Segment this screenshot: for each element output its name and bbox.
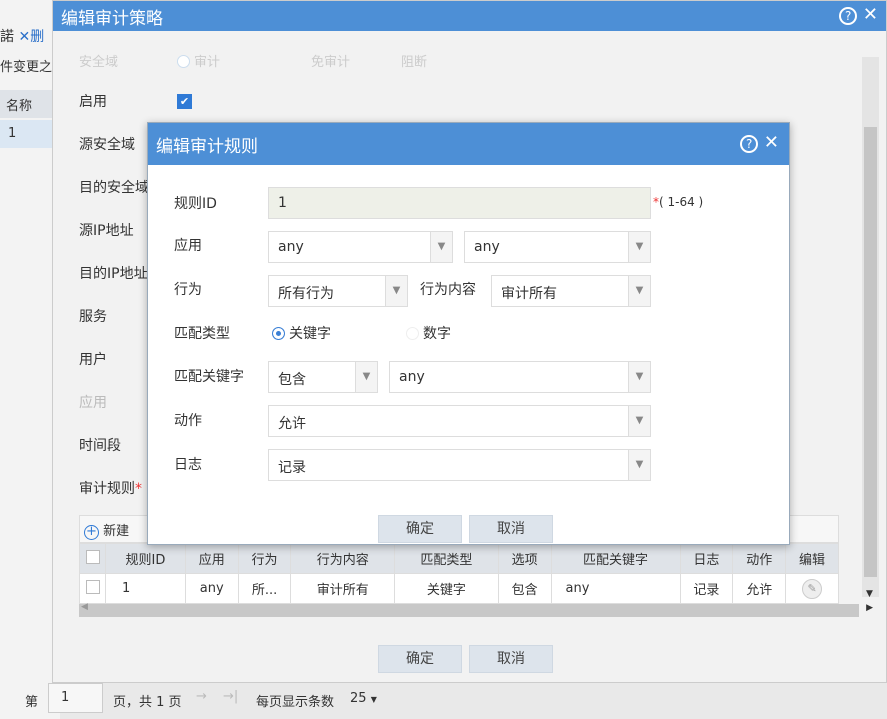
col-action: 动作 <box>732 543 787 574</box>
col-option: 选项 <box>497 543 552 574</box>
label-content: 行为内容 <box>420 282 476 298</box>
next-page-button[interactable]: → <box>196 689 207 704</box>
col-match-type: 匹配类型 <box>394 543 499 574</box>
pagination-bar: 第 1 页，共 1 页 → →| 每页显示条数 25 ▼ <box>0 683 887 719</box>
faded-row: 安全域 审计 免审计 阻断 <box>79 55 428 70</box>
label-user: 用户 <box>79 352 107 368</box>
inner-cancel-button[interactable]: 取消 <box>469 515 553 543</box>
page-input[interactable]: 1 <box>48 683 103 713</box>
keyword-op-select[interactable]: 包含 ▼ <box>268 361 378 393</box>
label-behavior: 行为 <box>174 282 202 298</box>
rule-id-input[interactable]: 1 <box>268 187 651 219</box>
chevron-down-icon: ▼ <box>385 276 407 306</box>
label-action: 动作 <box>174 413 202 429</box>
horizontal-scrollbar[interactable]: ◀ ▶ <box>79 602 873 617</box>
log-select[interactable]: 记录 ▼ <box>268 449 651 481</box>
dialog-title-bar: 编辑审计策略 ? ✕ <box>53 1 886 31</box>
dialog-title: 编辑审计策略 <box>61 9 163 29</box>
label-enable: 启用 <box>79 94 107 110</box>
help-icon[interactable]: ? <box>839 7 858 25</box>
close-icon[interactable]: ✕ <box>863 4 878 25</box>
label-audit-rules: 审计规则* <box>79 481 142 497</box>
app-select-1[interactable]: any ▼ <box>268 231 453 263</box>
select-all-checkbox[interactable] <box>85 549 100 564</box>
label-log: 日志 <box>174 457 202 473</box>
audit-rules-table: 规则ID 应用 行为 行为内容 匹配类型 选项 匹配关键字 日志 动作 编辑 1… <box>79 543 839 604</box>
behavior-select[interactable]: 所有行为 ▼ <box>268 275 408 307</box>
content-select[interactable]: 审计所有 ▼ <box>491 275 651 307</box>
plus-icon: + <box>84 525 99 540</box>
keyword-input[interactable]: any ▼ <box>389 361 651 393</box>
chevron-down-icon: ▼ <box>430 232 452 262</box>
vertical-scrollbar[interactable]: ▼ <box>862 57 879 599</box>
app-select-2[interactable]: any ▼ <box>464 231 651 263</box>
bg-row[interactable]: 1 <box>0 120 60 148</box>
bg-tab[interactable]: 件变更之 <box>0 56 52 75</box>
chevron-down-icon: ▼ <box>628 406 650 436</box>
bg-col-header: 名称 <box>0 90 60 118</box>
outer-ok-button[interactable]: 确定 <box>378 645 462 673</box>
inner-ok-button[interactable]: 确定 <box>378 515 462 543</box>
table-row[interactable]: 1 any 所... 审计所有 关键字 包含 any 记录 允许 ✎ <box>79 573 839 604</box>
chevron-down-icon: ▼ <box>628 450 650 480</box>
col-rule-id: 规则ID <box>105 543 186 574</box>
close-icon[interactable]: ✕ <box>764 132 779 153</box>
last-page-button[interactable]: →| <box>223 689 238 704</box>
background-page: 諾 ✕删 件变更之 名称 1 <box>0 0 60 719</box>
edit-audit-rule-dialog: 编辑审计规则 ? ✕ 规则ID 1 *( 1-64 ) 应用 any ▼ any ▼… <box>147 122 790 545</box>
per-page-select[interactable]: 25 ▼ <box>350 691 377 706</box>
label-service: 服务 <box>79 309 107 325</box>
col-keyword: 匹配关键字 <box>550 543 681 574</box>
close-icon: ✕ <box>18 29 31 45</box>
label-dst-zone: 目的安全域 <box>79 180 149 196</box>
label-src-ip: 源IP地址 <box>79 223 134 239</box>
enable-checkbox[interactable]: ✔ <box>177 94 192 109</box>
rule-id-hint: ( 1-64 ) <box>659 195 704 209</box>
label-match-type: 匹配类型 <box>174 326 230 342</box>
chevron-down-icon: ▼ <box>370 695 377 704</box>
chevron-down-icon: ▼ <box>628 362 650 392</box>
chevron-down-icon: ▼ <box>355 362 377 392</box>
label-src-zone: 源安全域 <box>79 137 135 153</box>
col-app: 应用 <box>184 543 239 574</box>
action-select[interactable]: 允许 ▼ <box>268 405 651 437</box>
col-edit: 编辑 <box>785 543 839 574</box>
label-keyword: 匹配关键字 <box>174 369 244 385</box>
inner-title-bar: 编辑审计规则 ? ✕ <box>148 123 789 165</box>
chevron-down-icon: ▼ <box>628 232 650 262</box>
label-dst-ip: 目的IP地址 <box>79 266 148 282</box>
label-app: 应用 <box>79 395 107 411</box>
col-content: 行为内容 <box>290 543 396 574</box>
edit-pencil-icon[interactable]: ✎ <box>802 578 823 599</box>
row-checkbox[interactable] <box>85 579 100 594</box>
label-app: 应用 <box>174 238 202 254</box>
col-behavior: 行为 <box>237 543 292 574</box>
outer-cancel-button[interactable]: 取消 <box>469 645 553 673</box>
help-icon[interactable]: ? <box>740 135 759 153</box>
radio-number[interactable]: 数字 <box>406 323 451 343</box>
delete-button[interactable]: 諾 ✕删 <box>0 26 44 46</box>
label-rule-id: 规则ID <box>174 196 217 212</box>
label-schedule: 时间段 <box>79 438 121 454</box>
chevron-down-icon: ▼ <box>628 276 650 306</box>
col-log: 日志 <box>679 543 734 574</box>
inner-dialog-title: 编辑审计规则 <box>156 137 258 157</box>
radio-keyword[interactable]: 关键字 <box>272 323 331 343</box>
